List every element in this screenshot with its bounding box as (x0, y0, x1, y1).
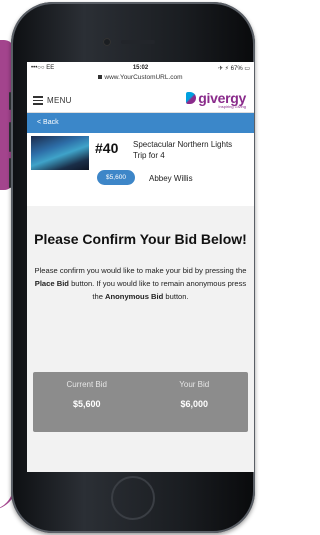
menu-label: MENU (47, 95, 72, 105)
anonymous-bid-reference: Anonymous Bid (105, 292, 164, 301)
top-bidder-name: Abbey Willis (149, 174, 193, 183)
battery-percent: 67% (230, 66, 243, 72)
earpiece-speaker (121, 40, 155, 44)
confirm-heading: Please Confirm Your Bid Below! (34, 231, 247, 247)
your-bid-label: Your Bid (179, 380, 210, 389)
mute-switch (9, 92, 11, 110)
current-bid-label: Current Bid (66, 380, 107, 389)
bid-summary-box: Current Bid $5,600 Your Bid $6,000 (33, 372, 248, 432)
site-header: MENU givergy Inspiring Giving (27, 86, 254, 113)
instructions-part-3: button. (165, 292, 189, 301)
confirm-panel: Please Confirm Your Bid Below! Please co… (27, 206, 254, 472)
status-bar: •••○○ EE 15:02 ✈ ⚡ 67% ▭ (27, 62, 254, 74)
instructions-part-1: Please confirm you would like to make yo… (34, 266, 247, 275)
menu-button[interactable]: MENU (33, 94, 72, 107)
lot-number: #40 (95, 140, 119, 156)
your-bid-summary: Your Bid $6,000 (141, 380, 249, 409)
volume-down-button (9, 158, 11, 188)
battery-indicator: ✈ ⚡ 67% ▭ (218, 66, 250, 72)
volume-up-button (9, 122, 11, 152)
current-bid-badge: $5,600 (97, 170, 135, 185)
address-bar[interactable]: www.YourCustomURL.com (27, 74, 254, 86)
front-camera (103, 38, 111, 46)
hamburger-icon (33, 94, 43, 107)
lock-icon (98, 75, 103, 80)
givergy-mark-icon (186, 92, 197, 104)
phone-screen: •••○○ EE 15:02 ✈ ⚡ 67% ▭ www.YourCustomU… (27, 62, 254, 472)
givergy-logo[interactable]: givergy Inspiring Giving (186, 90, 246, 109)
place-bid-reference: Place Bid (34, 279, 69, 288)
current-bid-summary: Current Bid $5,600 (33, 380, 141, 409)
your-bid-value: $6,000 (180, 399, 209, 409)
url-text: www.YourCustomURL.com (104, 74, 183, 81)
home-button[interactable] (111, 476, 155, 520)
back-button[interactable]: < Back (27, 113, 254, 133)
auction-item: #40 Spectacular Northern Lights Trip for… (27, 133, 254, 195)
confirm-instructions: Please confirm you would like to make yo… (33, 264, 248, 303)
item-thumbnail[interactable] (31, 136, 89, 170)
item-title: Spectacular Northern Lights Trip for 4 (133, 140, 233, 160)
current-bid-value: $5,600 (72, 399, 101, 409)
